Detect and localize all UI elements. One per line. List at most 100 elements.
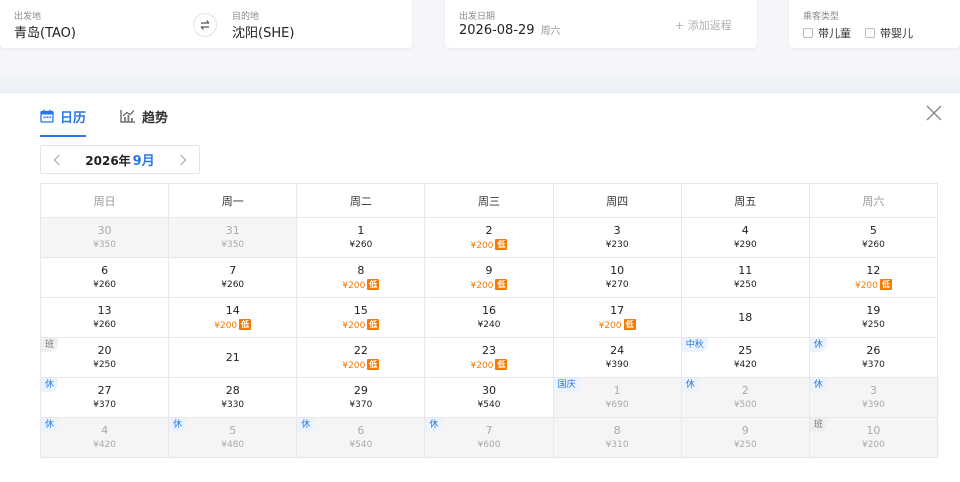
day-price: ¥330 <box>169 399 296 411</box>
calendar-day-cell[interactable]: 15 ¥200 低 <box>296 297 426 338</box>
price-value: ¥390 <box>861 400 885 410</box>
calendar-day-cell[interactable]: 国庆 1 ¥690 <box>552 377 682 418</box>
day-number: 1 <box>357 224 365 237</box>
calendar-day-cell[interactable]: 31 ¥350 <box>168 217 298 258</box>
day-number: 9 <box>485 263 493 277</box>
calendar-day-cell[interactable]: 休 4 ¥420 <box>39 417 170 458</box>
day-number: 30 <box>97 224 112 237</box>
price-value: ¥420 <box>733 360 757 370</box>
calendar-day-cell[interactable]: 休 26 ¥370 <box>808 337 939 378</box>
calendar-day-cell[interactable]: 18 <box>680 297 810 338</box>
day-price: ¥250 <box>41 359 168 371</box>
calendar-week-row: 休 27 ¥370 28 ¥330 29 ¥370 30 ¥540 国庆 1 ¥690 休 2 ¥500 休 3… <box>39 377 939 418</box>
calendar-day-cell[interactable]: 23 ¥200 低 <box>424 337 554 378</box>
price-value: ¥350 <box>93 240 117 250</box>
calendar-day-cell[interactable]: 5 ¥260 <box>808 217 939 258</box>
calendar-day-cell[interactable]: 28 ¥330 <box>168 377 298 418</box>
calendar-day-cell[interactable]: 12 ¥200 低 <box>808 257 939 298</box>
day-price: ¥200 低 <box>554 318 681 332</box>
calendar-day-cell[interactable]: 中秋 25 ¥420 <box>680 337 810 378</box>
calendar-day-cell[interactable]: 7 ¥260 <box>168 257 298 298</box>
price-value: ¥350 <box>221 240 245 250</box>
day-number: 6 <box>101 264 109 277</box>
calendar-day-cell[interactable]: 30 ¥350 <box>39 217 170 258</box>
price-value: ¥260 <box>93 280 117 290</box>
calendar-week-row: 13 ¥260 14 ¥200 低 15 ¥200 低 16 ¥240 17 ¥200 低 18 19 ¥25… <box>39 297 939 338</box>
calendar-day-cell[interactable]: 10 ¥270 <box>552 257 682 298</box>
infant-checkbox[interactable]: 带婴儿 <box>865 25 913 41</box>
price-value: ¥540 <box>477 400 501 410</box>
price-value: ¥250 <box>93 360 117 370</box>
swap-route-button[interactable] <box>193 13 217 37</box>
month-navigator: 2026年 9月 <box>40 145 200 174</box>
calendar-day-cell[interactable]: 8 ¥310 <box>552 417 682 458</box>
price-value: ¥290 <box>733 240 757 250</box>
checkbox-box <box>803 28 813 38</box>
calendar-day-cell[interactable]: 16 ¥240 <box>424 297 554 338</box>
calendar-day-cell[interactable]: 9 ¥250 <box>680 417 810 458</box>
day-number: 17 <box>610 303 625 317</box>
calendar-day-cell[interactable]: 24 ¥390 <box>552 337 682 378</box>
add-return-button[interactable]: + 添加返程 <box>675 17 732 33</box>
calendar-day-cell[interactable]: 13 ¥260 <box>39 297 170 338</box>
calendar-day-cell[interactable]: 班 10 ¥200 <box>808 417 939 458</box>
trend-chart-icon <box>120 109 136 123</box>
calendar-day-cell[interactable]: 休 5 ¥480 <box>168 417 298 458</box>
calendar-day-cell[interactable]: 班 20 ¥250 <box>39 337 170 378</box>
calendar-day-cell[interactable]: 9 ¥200 低 <box>424 257 554 298</box>
calendar-day-cell[interactable]: 休 2 ¥500 <box>680 377 810 418</box>
calendar-grid: 周日 周一 周二 周三 周四 周五 周六 30 ¥350 31 ¥350 1 ¥260 2 ¥… <box>39 183 939 458</box>
calendar-day-cell[interactable]: 17 ¥200 低 <box>552 297 682 338</box>
day-number: 4 <box>741 224 749 237</box>
low-price-badge: 低 <box>623 318 636 330</box>
day-price: ¥230 <box>554 239 681 251</box>
checkbox-box <box>865 28 875 38</box>
calendar-day-cell[interactable]: 1 ¥260 <box>296 217 426 258</box>
prev-month-button[interactable] <box>49 152 65 168</box>
to-field[interactable]: 沈阳(SHE) <box>232 22 294 41</box>
day-number: 7 <box>485 424 493 437</box>
calendar-day-cell[interactable]: 3 ¥230 <box>552 217 682 258</box>
tab-calendar[interactable]: 日历 <box>40 103 87 137</box>
child-checkbox[interactable]: 带儿童 <box>803 25 851 41</box>
day-price: ¥250 <box>810 319 937 331</box>
price-value: ¥250 <box>861 320 885 330</box>
holiday-tag: 班 <box>809 418 827 432</box>
price-value: ¥370 <box>93 400 117 410</box>
day-price: ¥260 <box>810 239 937 251</box>
date-field[interactable]: 2026-08-29 周六 <box>459 22 561 38</box>
low-price-badge: 低 <box>495 278 508 290</box>
day-number: 8 <box>613 424 621 437</box>
calendar-day-cell[interactable]: 8 ¥200 低 <box>296 257 426 298</box>
day-number: 11 <box>738 264 753 277</box>
calendar-day-cell[interactable]: 30 ¥540 <box>424 377 554 418</box>
calendar-day-cell[interactable]: 6 ¥260 <box>39 257 170 298</box>
day-price: ¥420 <box>41 439 168 451</box>
calendar-day-cell[interactable]: 21 <box>168 337 298 378</box>
calendar-day-cell[interactable]: 休 3 ¥390 <box>808 377 939 418</box>
tab-trend[interactable]: 趋势 <box>120 103 168 129</box>
next-month-button[interactable] <box>175 152 191 168</box>
day-number: 22 <box>353 343 368 357</box>
day-price: ¥200 <box>810 439 937 451</box>
day-number: 12 <box>866 263 881 277</box>
day-number: 3 <box>869 384 877 397</box>
calendar-day-cell[interactable]: 休 6 ¥540 <box>296 417 426 458</box>
month-title: 2026年 9月 <box>85 150 154 169</box>
day-price: ¥250 <box>682 439 809 451</box>
close-button[interactable] <box>924 103 944 123</box>
calendar-day-cell[interactable]: 22 ¥200 低 <box>296 337 426 378</box>
calendar-day-cell[interactable]: 29 ¥370 <box>296 377 426 418</box>
low-price-badge: 低 <box>495 358 508 370</box>
day-number: 14 <box>225 303 240 317</box>
calendar-day-cell[interactable]: 2 ¥200 低 <box>424 217 554 258</box>
calendar-day-cell[interactable]: 休 27 ¥370 <box>39 377 170 418</box>
from-field[interactable]: 青岛(TAO) <box>14 22 76 41</box>
view-tabs: 日历 趋势 <box>40 103 202 137</box>
calendar-day-cell[interactable]: 11 ¥250 <box>680 257 810 298</box>
calendar-day-cell[interactable]: 19 ¥250 <box>808 297 939 338</box>
price-value: ¥310 <box>605 440 629 450</box>
calendar-day-cell[interactable]: 14 ¥200 低 <box>168 297 298 338</box>
calendar-day-cell[interactable]: 4 ¥290 <box>680 217 810 258</box>
calendar-day-cell[interactable]: 休 7 ¥600 <box>424 417 554 458</box>
